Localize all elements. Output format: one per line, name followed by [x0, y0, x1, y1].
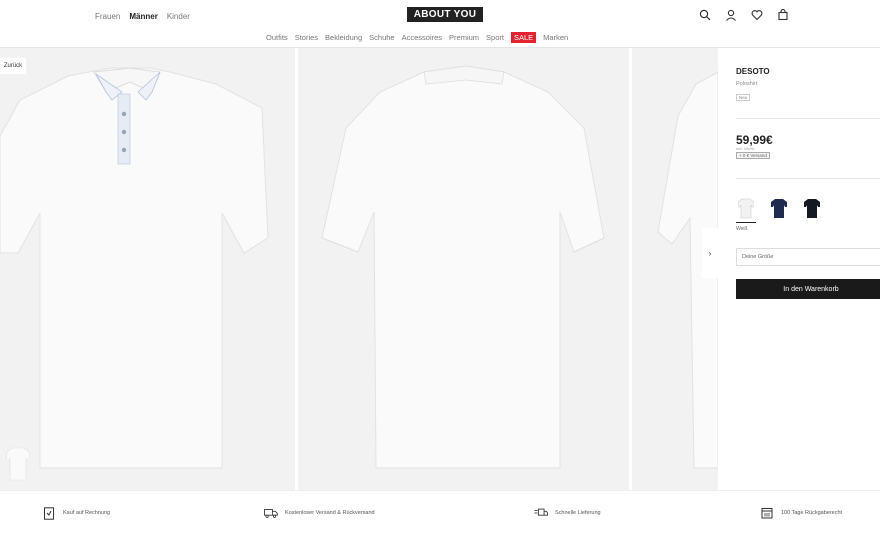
feature-label: Kostenloser Versand & Rückversand — [285, 510, 375, 516]
cat-sport[interactable]: Sport — [486, 33, 504, 42]
shipping-badge: + 0 € Versand — [736, 152, 770, 159]
feature-label: Schnelle Lieferung — [555, 510, 601, 516]
nav-kids[interactable]: Kinder — [167, 12, 190, 21]
feature-invoice: Kauf auf Rechnung — [42, 506, 110, 520]
product-brand[interactable]: DESOTO — [736, 67, 770, 76]
account-icon[interactable] — [724, 8, 738, 22]
gender-nav: Frauen Männer Kinder — [95, 12, 190, 21]
invoice-icon — [42, 506, 56, 520]
product-details: DESOTO Poloshirt Neu 59,99€ inkl. MwSt. … — [718, 48, 880, 490]
nav-women[interactable]: Frauen — [95, 12, 120, 21]
site-logo[interactable]: ABOUT YOU — [407, 7, 483, 22]
cat-accessories[interactable]: Accessoires — [402, 33, 442, 42]
cat-outfits[interactable]: Outfits — [266, 33, 288, 42]
product-type: Poloshirt — [736, 81, 758, 87]
back-button[interactable]: Zurück — [0, 58, 26, 74]
product-image-back[interactable] — [298, 48, 629, 490]
cat-clothing[interactable]: Bekleidung — [325, 33, 362, 42]
calendar-icon — [760, 506, 774, 520]
header-actions — [698, 8, 790, 22]
new-badge: Neu — [736, 94, 751, 101]
color-swatch-navy[interactable] — [769, 193, 789, 223]
truck-icon — [264, 506, 278, 520]
divider — [736, 118, 880, 119]
feature-label: Kauf auf Rechnung — [63, 510, 111, 516]
service-strip: Kauf auf Rechnung Kostenloser Versand & … — [0, 490, 880, 540]
product-price: 59,99€ — [736, 133, 773, 147]
cat-shoes[interactable]: Schuhe — [369, 33, 394, 42]
feature-label: 100 Tage Rückgaberecht — [781, 510, 843, 516]
feature-fast-delivery: Schnelle Lieferung — [534, 506, 601, 520]
divider — [736, 178, 880, 179]
selected-color-label: Weiß — [736, 226, 748, 232]
feature-free-shipping: Kostenloser Versand & Rückversand — [264, 506, 375, 520]
product-gallery: Zurück › — [0, 48, 718, 490]
vat-note: inkl. MwSt. — [736, 146, 756, 151]
color-swatch-white[interactable] — [736, 193, 756, 223]
next-image-button[interactable]: › — [702, 228, 718, 278]
wishlist-heart-icon[interactable] — [750, 8, 764, 22]
category-nav: Outfits Stories Bekleidung Schuhe Access… — [266, 32, 568, 43]
search-icon[interactable] — [698, 8, 712, 22]
cat-stories[interactable]: Stories — [295, 33, 318, 42]
thumbnail-image[interactable] — [5, 444, 31, 482]
size-select[interactable]: Deine Größe — [736, 248, 880, 266]
shopping-bag-icon[interactable] — [776, 8, 790, 22]
feature-return-policy: 100 Tage Rückgaberecht — [760, 506, 842, 520]
cat-sale[interactable]: SALE — [510, 32, 537, 43]
nav-men[interactable]: Männer — [129, 12, 157, 21]
color-swatch-black[interactable] — [802, 193, 822, 223]
cat-brands[interactable]: Marken — [543, 33, 568, 42]
add-to-cart-button[interactable]: In den Warenkorb — [736, 279, 880, 299]
product-image-front[interactable]: Zurück — [0, 48, 295, 490]
fast-delivery-icon — [534, 506, 548, 520]
cat-premium[interactable]: Premium — [449, 33, 479, 42]
site-header: Frauen Männer Kinder ABOUT YOU Outfits S… — [0, 0, 880, 48]
